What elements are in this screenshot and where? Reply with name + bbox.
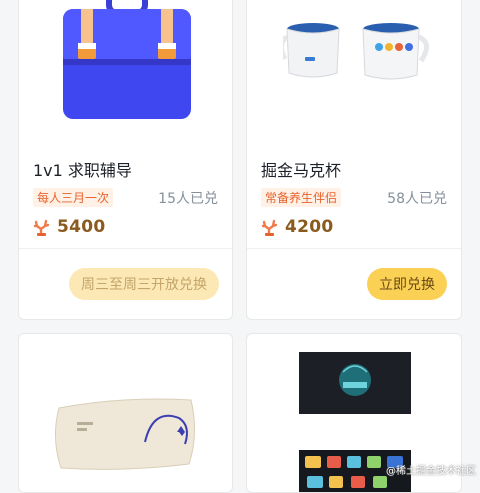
limit-tag: 常备养生伴侣 [261, 188, 342, 207]
redeem-now-button[interactable]: 立即兑换 [367, 268, 447, 300]
mug-icon [283, 23, 429, 80]
product-title: 1v1 求职辅导 [33, 161, 132, 180]
briefcase-icon [63, 0, 191, 119]
product-grid: 1v1 求职辅导 每人三月一次 15人已兑 5400 周三至周三开放兑换 掘金马… [0, 0, 480, 493]
price-value: 5400 [57, 217, 106, 237]
price: 4200 [261, 217, 334, 237]
divider [247, 248, 461, 249]
product-title: 掘金马克杯 [261, 161, 342, 180]
divider [19, 248, 232, 249]
price: 5400 [33, 217, 106, 237]
product-card-pillow[interactable] [18, 333, 233, 493]
redeem-schedule-button[interactable]: 周三至周三开放兑换 [69, 268, 219, 300]
coral-icon [261, 219, 278, 236]
limit-tag: 每人三月一次 [33, 188, 114, 207]
watermark: @稀土掘金技术社区 [386, 466, 476, 477]
product-card-coaching[interactable]: 1v1 求职辅导 每人三月一次 15人已兑 5400 周三至周三开放兑换 [18, 0, 233, 320]
redeemed-count: 15人已兑 [158, 191, 218, 207]
product-card-mug[interactable]: 掘金马克杯 常备养生伴侣 58人已兑 4200 立即兑换 [246, 0, 462, 320]
price-value: 4200 [285, 217, 334, 237]
pillow-icon [55, 398, 196, 470]
redeemed-count: 58人已兑 [387, 191, 447, 207]
coral-icon [33, 219, 50, 236]
